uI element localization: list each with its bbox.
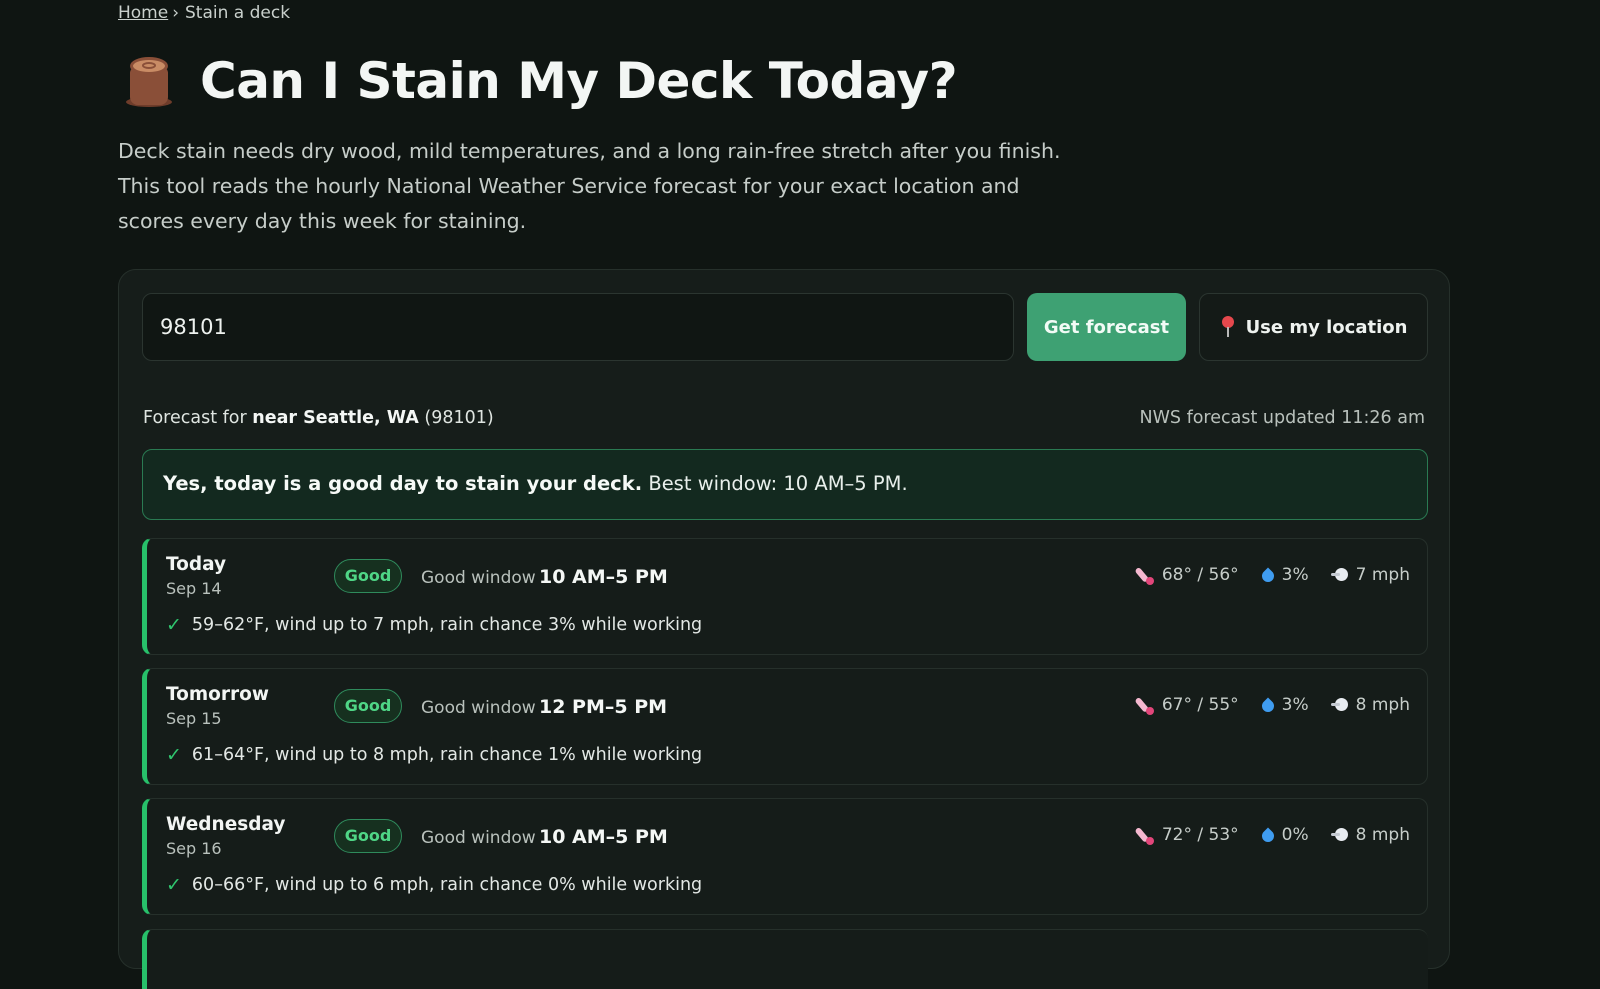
check-icon: ✓ xyxy=(166,744,182,766)
rain-chance: 3% xyxy=(1281,695,1309,715)
forecast-prefix: Forecast for xyxy=(143,408,247,428)
title-row: Can I Stain My Deck Today? xyxy=(124,52,958,110)
droplet-icon xyxy=(1259,566,1277,585)
verdict-banner: Yes, today is a good day to stain your d… xyxy=(142,449,1428,520)
day-date: Sep 15 xyxy=(166,709,222,728)
check-icon: ✓ xyxy=(166,614,182,636)
verdict-detail: Best window: 10 AM–5 PM. xyxy=(648,472,908,495)
temp-range: 72° / 53° xyxy=(1161,825,1239,845)
wind-speed: 7 mph xyxy=(1355,565,1410,585)
window-value: 12 PM–5 PM xyxy=(539,696,668,718)
wood-log-icon xyxy=(124,53,176,109)
window-label: Good window xyxy=(421,568,536,588)
forecast-place: near Seattle, WA xyxy=(252,408,419,428)
status-badge: Good xyxy=(334,689,402,723)
pin-icon xyxy=(1220,316,1236,338)
use-location-label: Use my location xyxy=(1245,316,1408,338)
day-summary: ✓ 59–62°F, wind up to 7 mph, rain chance … xyxy=(166,614,702,636)
rain-chance: 0% xyxy=(1281,825,1309,845)
status-badge: Good xyxy=(334,819,402,853)
page-title: Can I Stain My Deck Today? xyxy=(200,52,958,110)
day-card: Wednesday Sep 16 Good Good window 10 AM–… xyxy=(142,798,1428,915)
day-date: Sep 16 xyxy=(166,839,222,858)
status-badge: Good xyxy=(334,559,402,593)
summary-text: 61–64°F, wind up to 8 mph, rain chance 1… xyxy=(191,745,703,765)
forecast-updated: NWS forecast updated 11:26 am xyxy=(1139,408,1426,428)
wind-speed: 8 mph xyxy=(1355,695,1410,715)
window-label: Good window xyxy=(421,828,536,848)
verdict-headline: Yes, today is a good day to stain your d… xyxy=(163,472,643,495)
breadcrumb: Home › Stain a deck xyxy=(118,3,290,23)
summary-text: 59–62°F, wind up to 7 mph, rain chance 3… xyxy=(191,615,703,635)
day-name: Tomorrow xyxy=(166,684,269,705)
thermometer-icon xyxy=(1134,565,1155,585)
temp-range: 68° / 56° xyxy=(1161,565,1239,585)
wind-icon xyxy=(1330,827,1349,843)
day-stats: 67° / 55° 3% 8 mph xyxy=(1115,695,1410,715)
day-stats: 68° / 56° 3% 7 mph xyxy=(1115,565,1410,585)
thermometer-icon xyxy=(1134,825,1155,845)
day-card: Tomorrow Sep 15 Good Good window 12 PM–5… xyxy=(142,668,1428,785)
droplet-icon xyxy=(1259,826,1277,845)
get-forecast-button[interactable]: Get forecast xyxy=(1027,293,1186,361)
intro-text: Deck stain needs dry wood, mild temperat… xyxy=(118,139,1061,233)
zip-input[interactable] xyxy=(142,293,1014,361)
check-icon: ✓ xyxy=(166,874,182,896)
forecast-zip: (98101) xyxy=(424,408,494,428)
day-summary: ✓ 61–64°F, wind up to 8 mph, rain chance … xyxy=(166,744,702,766)
window-label: Good window xyxy=(421,698,536,718)
day-stats: 72° / 53° 0% 8 mph xyxy=(1115,825,1410,845)
forecast-card: Get forecast Use my location Forecast fo… xyxy=(118,269,1450,989)
search-row: Get forecast Use my location xyxy=(142,293,1428,361)
breadcrumb-home-link[interactable]: Home xyxy=(118,3,168,23)
day-card-partial xyxy=(142,929,1428,989)
forecast-meta: Forecast for near Seattle, WA (98101) NW… xyxy=(143,408,1425,432)
wind-icon xyxy=(1330,697,1349,713)
wind-speed: 8 mph xyxy=(1355,825,1410,845)
window-value: 10 AM–5 PM xyxy=(539,566,668,588)
summary-text: 60–66°F, wind up to 6 mph, rain chance 0… xyxy=(191,875,703,895)
day-name: Today xyxy=(166,554,227,575)
day-name: Wednesday xyxy=(166,814,286,835)
breadcrumb-separator: › xyxy=(172,3,180,23)
wind-icon xyxy=(1330,567,1349,583)
droplet-icon xyxy=(1259,696,1277,715)
breadcrumb-current: Stain a deck xyxy=(185,3,291,23)
window-value: 10 AM–5 PM xyxy=(539,826,668,848)
forecast-location: Forecast for near Seattle, WA (98101) xyxy=(143,408,494,428)
temp-range: 67° / 55° xyxy=(1161,695,1239,715)
day-date: Sep 14 xyxy=(166,579,222,598)
day-card: Today Sep 14 Good Good window 10 AM–5 PM… xyxy=(142,538,1428,655)
rain-chance: 3% xyxy=(1281,565,1309,585)
day-summary: ✓ 60–66°F, wind up to 6 mph, rain chance … xyxy=(166,874,702,896)
thermometer-icon xyxy=(1134,695,1155,715)
use-location-button[interactable]: Use my location xyxy=(1199,293,1428,361)
